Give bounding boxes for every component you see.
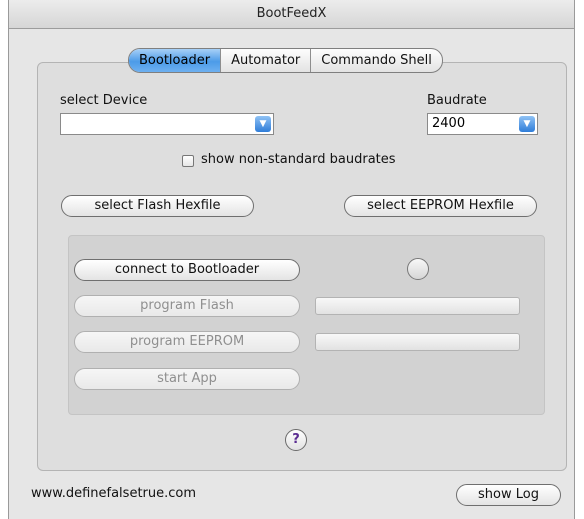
chevron-down-icon: ▼: [519, 116, 535, 132]
help-icon[interactable]: ?: [285, 429, 307, 451]
tab-automator[interactable]: Automator: [220, 49, 310, 72]
flash-progress-bar: [315, 297, 520, 315]
program-flash-button[interactable]: program Flash: [74, 295, 300, 317]
program-eeprom-button[interactable]: program EEPROM: [74, 331, 300, 353]
select-flash-hexfile-button[interactable]: select Flash Hexfile: [61, 195, 254, 217]
nonstandard-baudrates-label: show non-standard baudrates: [201, 152, 396, 167]
start-app-button[interactable]: start App: [74, 368, 300, 390]
show-log-button[interactable]: show Log: [456, 484, 561, 506]
baudrate-value: 2400: [432, 116, 466, 131]
window-title: BootFeedX: [9, 0, 574, 29]
tab-bar: Bootloader Automator Commando Shell: [128, 48, 443, 73]
status-indicator-icon: [407, 258, 429, 280]
chevron-down-icon: ▼: [255, 116, 271, 132]
website-link[interactable]: www.definefalsetrue.com: [31, 486, 196, 501]
baudrate-label: Baudrate: [427, 93, 487, 108]
app-window: BootFeedX Bootloader Automator Commando …: [8, 0, 575, 519]
device-label: select Device: [60, 93, 148, 108]
tab-commando-shell[interactable]: Commando Shell: [310, 49, 442, 72]
baudrate-select[interactable]: 2400 ▼: [427, 113, 538, 135]
connect-bootloader-button[interactable]: connect to Bootloader: [74, 259, 300, 281]
select-eeprom-hexfile-button[interactable]: select EEPROM Hexfile: [344, 195, 537, 217]
nonstandard-baudrates-checkbox[interactable]: [182, 155, 194, 167]
eeprom-progress-bar: [315, 333, 520, 351]
device-select[interactable]: ▼: [60, 113, 274, 135]
tab-bootloader[interactable]: Bootloader: [129, 49, 221, 72]
